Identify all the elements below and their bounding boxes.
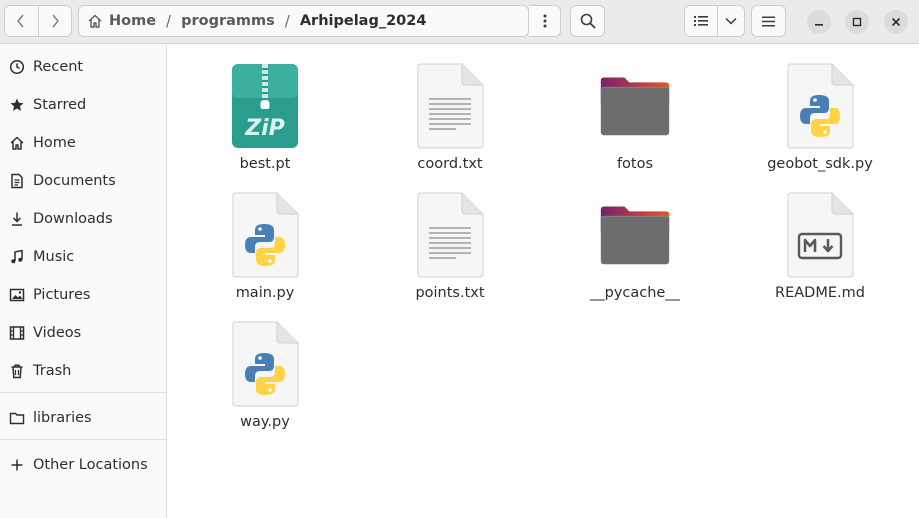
search-icon bbox=[580, 13, 595, 29]
file-name: coord.txt bbox=[417, 156, 483, 172]
header-bar: Home / programms / Arhipelag_2024 bbox=[0, 0, 919, 44]
markdown-file-icon bbox=[785, 190, 855, 280]
list-view-icon bbox=[693, 16, 708, 26]
home-icon bbox=[88, 14, 102, 28]
sidebar-item-label: Documents bbox=[33, 173, 116, 189]
sidebar-item-libraries[interactable]: libraries bbox=[0, 400, 166, 436]
file-name: geobot_sdk.py bbox=[767, 156, 873, 172]
file-name: fotos bbox=[616, 156, 654, 172]
view-options-button[interactable] bbox=[716, 6, 744, 36]
main-menu-button[interactable] bbox=[751, 5, 786, 37]
sidebar-item-label: Downloads bbox=[33, 211, 113, 227]
star-icon bbox=[8, 96, 26, 114]
plus-icon bbox=[8, 456, 26, 474]
breadcrumb: Home / programms / Arhipelag_2024 bbox=[78, 5, 529, 37]
breadcrumb-separator: / bbox=[284, 12, 290, 30]
breadcrumb-separator: / bbox=[166, 12, 172, 30]
breadcrumb-current[interactable]: Arhipelag_2024 bbox=[300, 13, 427, 29]
file-item-geobot-sdk-py[interactable]: geobot_sdk.py bbox=[740, 61, 900, 186]
file-item-coord-txt[interactable]: coord.txt bbox=[370, 61, 530, 186]
clock-icon bbox=[8, 58, 26, 76]
document-icon bbox=[8, 172, 26, 190]
maximize-button[interactable] bbox=[845, 10, 869, 34]
file-item-best-pt[interactable]: ZiP best.pt bbox=[185, 61, 345, 186]
sidebar-item-label: Pictures bbox=[33, 287, 91, 303]
sidebar-item-documents[interactable]: Documents bbox=[0, 163, 166, 199]
breadcrumb-home[interactable]: Home bbox=[109, 13, 156, 29]
file-item-fotos[interactable]: fotos bbox=[555, 61, 715, 186]
sidebar-item-label: Music bbox=[33, 249, 75, 265]
home-icon bbox=[8, 134, 26, 152]
python-file-icon bbox=[230, 319, 300, 409]
sidebar-item-pictures[interactable]: Pictures bbox=[0, 277, 166, 313]
sidebar-item-label: Trash bbox=[33, 363, 72, 379]
text-file-icon bbox=[415, 61, 485, 151]
close-button[interactable] bbox=[884, 10, 908, 34]
folder-icon bbox=[8, 409, 26, 427]
search-button[interactable] bbox=[570, 5, 605, 37]
python-file-icon bbox=[230, 190, 300, 280]
sidebar: Recent Starred Home Documents Downloads … bbox=[0, 45, 167, 518]
sidebar-item-downloads[interactable]: Downloads bbox=[0, 201, 166, 237]
forward-button[interactable] bbox=[37, 6, 71, 36]
sidebar-item-label: Videos bbox=[33, 325, 82, 341]
music-icon bbox=[8, 248, 26, 266]
file-grid: ZiP best.pt coord.txt fotos geobot_sdk.p… bbox=[167, 45, 919, 518]
path-menu-button[interactable] bbox=[529, 5, 561, 37]
sidebar-divider bbox=[0, 439, 166, 440]
sidebar-item-label: libraries bbox=[33, 410, 92, 426]
chevron-right-icon bbox=[52, 14, 59, 28]
folder-icon bbox=[600, 61, 670, 151]
file-name: points.txt bbox=[415, 285, 485, 301]
file-name: README.md bbox=[775, 285, 865, 301]
close-icon bbox=[891, 17, 901, 27]
chevron-down-icon bbox=[725, 17, 737, 25]
python-file-icon bbox=[785, 61, 855, 151]
folder-icon bbox=[600, 190, 670, 280]
zip-file-icon: ZiP bbox=[230, 61, 300, 151]
sidebar-item-home[interactable]: Home bbox=[0, 125, 166, 161]
sidebar-item-label: Starred bbox=[33, 97, 87, 113]
sidebar-item-music[interactable]: Music bbox=[0, 239, 166, 275]
kebab-menu-icon bbox=[543, 14, 546, 28]
minimize-icon bbox=[815, 24, 823, 26]
maximize-icon bbox=[852, 17, 862, 27]
list-view-button[interactable] bbox=[685, 6, 717, 36]
sidebar-item-other-locations[interactable]: Other Locations bbox=[0, 447, 166, 483]
sidebar-item-recent[interactable]: Recent bbox=[0, 49, 166, 85]
nav-button-group bbox=[4, 5, 72, 37]
file-name: main.py bbox=[235, 285, 295, 301]
chevron-left-icon bbox=[17, 14, 25, 28]
file-name: __pycache__ bbox=[590, 285, 680, 301]
sidebar-item-starred[interactable]: Starred bbox=[0, 87, 166, 123]
text-file-icon bbox=[415, 190, 485, 280]
sidebar-item-videos[interactable]: Videos bbox=[0, 315, 166, 351]
sidebar-item-trash[interactable]: Trash bbox=[0, 353, 166, 389]
file-item-readme-md[interactable]: README.md bbox=[740, 190, 900, 315]
sidebar-item-label: Home bbox=[33, 135, 76, 151]
sidebar-item-label: Recent bbox=[33, 59, 84, 75]
view-button-group bbox=[684, 5, 745, 37]
video-icon bbox=[8, 324, 26, 342]
minimize-button[interactable] bbox=[807, 10, 831, 34]
file-name: best.pt bbox=[239, 156, 291, 172]
file-item-main-py[interactable]: main.py bbox=[185, 190, 345, 315]
sidebar-divider bbox=[0, 392, 166, 393]
breadcrumb-programms[interactable]: programms bbox=[181, 13, 275, 29]
file-name: way.py bbox=[240, 414, 290, 430]
hamburger-menu-icon bbox=[762, 16, 775, 26]
back-button[interactable] bbox=[5, 6, 38, 36]
download-icon bbox=[8, 210, 26, 228]
picture-icon bbox=[8, 286, 26, 304]
file-item-pycache[interactable]: __pycache__ bbox=[555, 190, 715, 315]
file-item-points-txt[interactable]: points.txt bbox=[370, 190, 530, 315]
trash-icon bbox=[8, 362, 26, 380]
zip-badge: ZiP bbox=[244, 116, 285, 141]
sidebar-item-label: Other Locations bbox=[33, 457, 148, 473]
file-item-way-py[interactable]: way.py bbox=[185, 319, 345, 444]
